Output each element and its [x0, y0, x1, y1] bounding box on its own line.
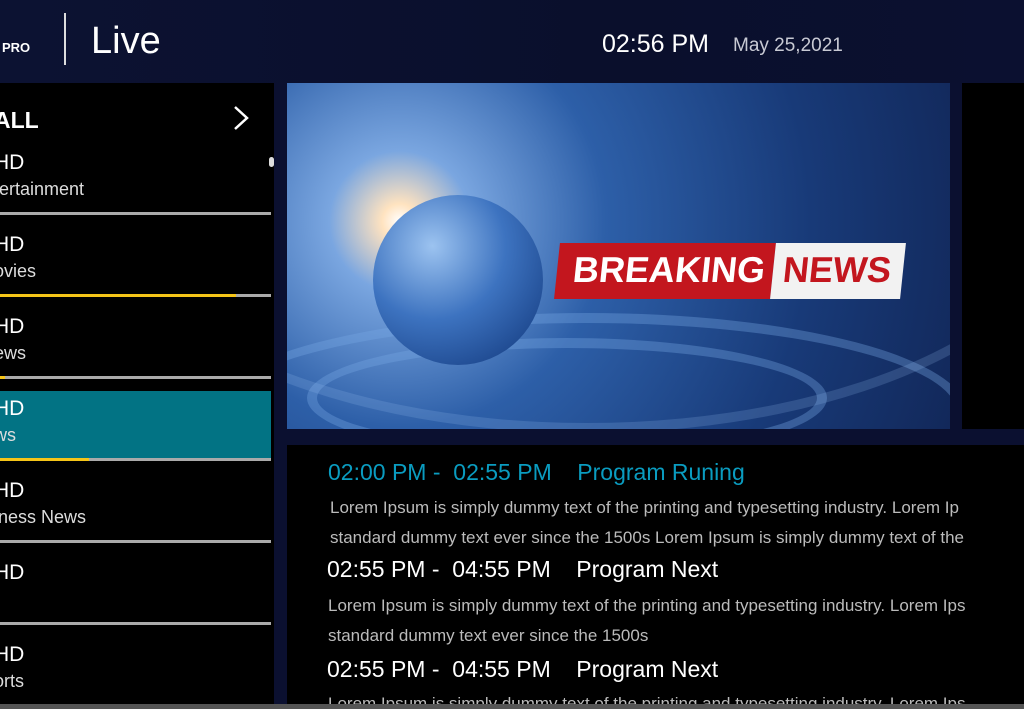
progress-bar [0, 540, 271, 543]
breaking-news-banner: BREAKING NEWS [554, 243, 932, 299]
channel-name: HD [0, 479, 25, 502]
program-title: Program Runing [577, 459, 745, 485]
side-preview-panel [962, 83, 1024, 429]
description-line: Lorem Ipsum is simply dummy text of the … [330, 498, 959, 517]
program-header[interactable]: 02:55 PM - 04:55 PM Program Next [327, 656, 718, 683]
progress-bar [0, 294, 271, 297]
description-line: standard dummy text ever since the 1500s [328, 626, 649, 645]
program-end: 04:55 PM [452, 556, 551, 582]
channel-name: HD [0, 643, 25, 666]
program-title: Program Next [576, 556, 719, 582]
program-start: 02:00 PM - [328, 459, 441, 485]
progress-bar [0, 212, 271, 215]
bottom-bar [0, 704, 1024, 709]
program-start: 02:55 PM - [327, 556, 440, 582]
channel-genre: ews [0, 343, 27, 363]
globe-graphic [373, 195, 543, 365]
channel-genre: tertainment [0, 179, 85, 199]
program-description: Lorem Ipsum is simply dummy text of the … [328, 591, 965, 651]
program-guide: 02:00 PM - 02:55 PM Program Runing Lorem … [287, 445, 1024, 709]
channel-item[interactable]: HD ovies [0, 227, 271, 297]
chevron-right-icon[interactable] [232, 105, 250, 131]
progress-bar [0, 376, 271, 379]
clock-time: 02:56 PM [602, 30, 710, 58]
program-title: Program Next [576, 656, 719, 682]
header-divider [64, 13, 66, 65]
channel-genre: orts [0, 671, 25, 691]
clock-date: May 25,2021 [733, 35, 843, 56]
page-title: Live [91, 20, 161, 62]
progress-fill [0, 458, 90, 461]
channel-name: HD [0, 397, 25, 420]
category-title[interactable]: ALL [0, 107, 39, 134]
program-end: 04:55 PM [452, 656, 551, 682]
banner-left-text: BREAKING [554, 243, 776, 299]
channel-genre: ws [0, 425, 16, 445]
progress-fill [0, 376, 6, 379]
channel-item[interactable]: HD orts [0, 637, 271, 707]
program-header[interactable]: 02:55 PM - 04:55 PM Program Next [327, 556, 718, 583]
progress-bar [0, 458, 271, 461]
banner-right-text: NEWS [770, 243, 906, 299]
app-logo: PRO [2, 40, 31, 55]
description-line: standard dummy text ever since the 1500s… [330, 528, 964, 547]
channel-name: HD [0, 233, 25, 256]
channel-name: HD [0, 561, 25, 584]
channel-genre: iness News [0, 507, 87, 527]
channel-item[interactable]: HD ws [0, 391, 271, 461]
program-end: 02:55 PM [453, 459, 552, 485]
channel-name: HD [0, 315, 25, 338]
description-line: Lorem Ipsum is simply dummy text of the … [328, 596, 966, 615]
progress-bar [0, 622, 271, 625]
program-start: 02:55 PM - [327, 656, 440, 682]
program-description: Lorem Ipsum is simply dummy text of the … [330, 493, 964, 553]
channel-item[interactable]: HD [0, 555, 271, 625]
video-player[interactable]: BREAKING NEWS [287, 83, 950, 429]
channel-item[interactable]: HD tertainment [0, 145, 271, 215]
progress-fill [0, 294, 236, 297]
channel-name: HD [0, 151, 25, 174]
channel-list: ALL HD tertainment HD ovies HD ews HD ws… [0, 83, 274, 709]
program-header[interactable]: 02:00 PM - 02:55 PM Program Runing [328, 459, 745, 486]
channel-genre: ovies [0, 261, 37, 281]
header: PRO Live 02:56 PM May 25,2021 [0, 0, 1024, 83]
channel-item[interactable]: HD ews [0, 309, 271, 379]
channel-item[interactable]: HD iness News [0, 473, 271, 543]
